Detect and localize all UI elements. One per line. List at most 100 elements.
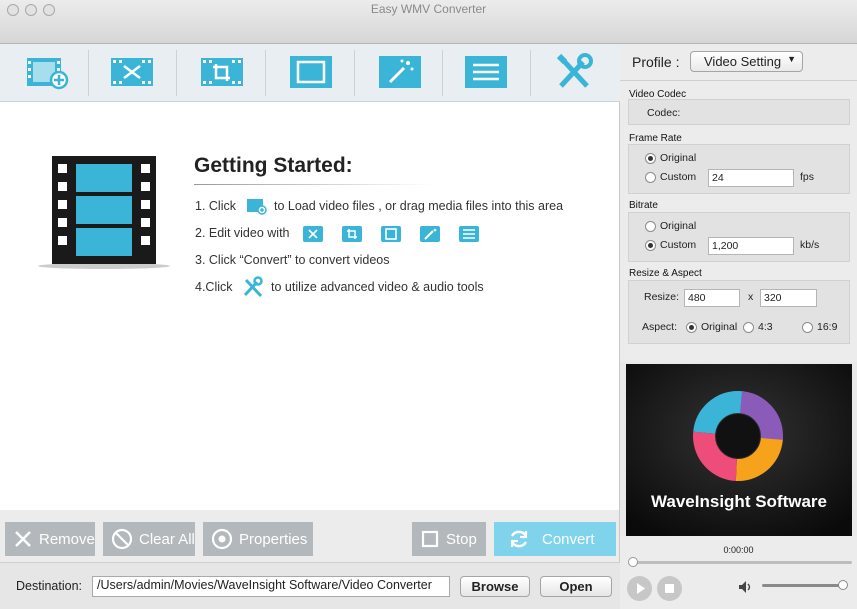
title-bar: Easy WMV Converter	[0, 0, 857, 44]
remove-button[interactable]: Remove	[5, 522, 95, 556]
properties-button[interactable]: Properties	[203, 522, 313, 556]
step-4-prefix: 4.Click	[195, 280, 233, 294]
trim-icon	[111, 58, 153, 86]
stop-label: Stop	[446, 530, 477, 548]
window-title: Easy WMV Converter	[370, 2, 487, 16]
refresh-icon	[510, 530, 528, 548]
bitrate-custom-label: Custom	[660, 239, 697, 251]
toolbar-divider	[354, 50, 355, 96]
trim-mini-icon	[303, 226, 323, 242]
action-bar: Remove Clear All Properties Stop Convert	[0, 510, 620, 562]
clear-all-label: Clear All	[139, 530, 195, 548]
prohibit-icon	[111, 528, 133, 550]
play-icon	[637, 583, 645, 594]
add-video-button[interactable]	[24, 52, 69, 92]
playback-progress-track[interactable]	[628, 557, 852, 567]
border-icon	[290, 56, 332, 88]
destination-bar: Destination: /Users/admin/Movies/WaveIns…	[0, 562, 620, 609]
brand-name: WaveInsight Software	[650, 492, 827, 511]
bitrate-header: Bitrate	[629, 200, 658, 211]
destination-label: Destination:	[16, 579, 83, 593]
bitrate-custom-radio[interactable]	[645, 240, 656, 251]
aspect-original-label: Original	[701, 321, 738, 333]
crop-button[interactable]	[200, 52, 244, 92]
frame-rate-original-radio[interactable]	[645, 153, 656, 164]
frame-rate-input[interactable]: 24	[708, 169, 794, 187]
play-button[interactable]	[627, 576, 652, 601]
drop-area[interactable]: Getting Started: 1. Click to Load video …	[0, 102, 620, 510]
crop-icon	[201, 58, 243, 86]
crop-mini-icon	[342, 226, 362, 242]
convert-button[interactable]: Convert	[494, 522, 616, 556]
add-video-mini-icon	[247, 199, 267, 215]
trim-button[interactable]	[110, 52, 154, 92]
stop-button[interactable]: Stop	[412, 522, 486, 556]
step-4-suffix: to utilize advanced video & audio tools	[271, 280, 484, 294]
tools-mini-icon	[243, 276, 263, 298]
step-1: 1. Click	[195, 199, 236, 213]
border-mini-icon	[381, 226, 401, 242]
chevron-down-icon: ▼	[787, 54, 796, 64]
frame-rate-custom-label: Custom	[660, 171, 697, 183]
resize-aspect-section: Resize: 480 x 320 Aspect: Original 4:3 1…	[628, 280, 850, 344]
resize-aspect-header: Resize & Aspect	[629, 268, 702, 279]
stop-icon	[421, 530, 439, 548]
player-controls: 0:00:00	[620, 536, 857, 609]
resize-height-input[interactable]: 320	[760, 289, 817, 307]
clear-all-button[interactable]: Clear All	[103, 522, 195, 556]
properties-icon	[211, 528, 233, 550]
step-1-suffix: to Load video files , or drag media file…	[274, 199, 564, 213]
step-3: 3. Click “Convert” to convert videos	[195, 253, 390, 267]
frame-rate-section: Original Custom 24 fps	[628, 144, 850, 194]
tools-button[interactable]	[553, 52, 597, 92]
volume-knob[interactable]	[838, 580, 848, 590]
film-strip-icon	[38, 156, 170, 269]
bitrate-original-radio[interactable]	[645, 221, 656, 232]
watermark-button[interactable]	[464, 52, 508, 92]
toolbar-divider	[442, 50, 443, 96]
volume-slider[interactable]	[762, 580, 848, 590]
stop-icon	[665, 584, 674, 593]
tools-icon	[556, 53, 593, 88]
video-preview: WaveInsight Software	[626, 364, 852, 536]
codec-label: Codec:	[647, 107, 681, 119]
fps-unit: fps	[800, 171, 815, 183]
resize-label: Resize:	[644, 291, 680, 303]
toolbar-divider	[88, 50, 89, 96]
playback-progress-knob[interactable]	[628, 557, 638, 567]
convert-label: Convert	[542, 530, 595, 548]
aspect-169-radio[interactable]	[802, 322, 813, 333]
aspect-43-radio[interactable]	[743, 322, 754, 333]
effect-mini-icon	[420, 226, 440, 242]
properties-label: Properties	[239, 530, 308, 548]
resize-width-input[interactable]: 480	[684, 289, 740, 307]
open-button[interactable]: Open	[540, 576, 612, 597]
title-underline	[194, 184, 434, 185]
toolbar-divider	[176, 50, 177, 96]
aspect-43-label: 4:3	[758, 321, 773, 333]
effect-button[interactable]	[378, 52, 422, 92]
stop-playback-button[interactable]	[657, 576, 682, 601]
profile-select-value: Video Setting	[704, 54, 782, 69]
add-video-icon	[27, 58, 69, 90]
volume-icon	[739, 581, 751, 593]
frame-rate-custom-radio[interactable]	[645, 172, 656, 183]
border-button[interactable]	[289, 52, 333, 92]
aspect-169-label: 16:9	[817, 321, 838, 333]
divider	[620, 80, 857, 81]
step-1-prefix: 1. Click	[195, 199, 236, 213]
destination-path-field[interactable]: /Users/admin/Movies/WaveInsight Software…	[92, 576, 450, 597]
bitrate-section: Original Custom 1,200 kb/s	[628, 212, 850, 262]
frame-rate-header: Frame Rate	[629, 133, 682, 144]
effect-icon	[379, 56, 421, 88]
video-codec-section: Codec:	[628, 99, 850, 125]
frame-rate-original-label: Original	[660, 152, 697, 164]
profile-select[interactable]: Video Setting ▼	[690, 51, 803, 72]
aspect-original-radio[interactable]	[686, 322, 697, 333]
bitrate-input[interactable]: 1,200	[708, 237, 794, 255]
watermark-icon	[465, 56, 507, 88]
browse-button[interactable]: Browse	[460, 576, 530, 597]
close-icon	[15, 531, 31, 547]
getting-started-title: Getting Started:	[194, 154, 353, 177]
remove-label: Remove	[39, 530, 95, 548]
